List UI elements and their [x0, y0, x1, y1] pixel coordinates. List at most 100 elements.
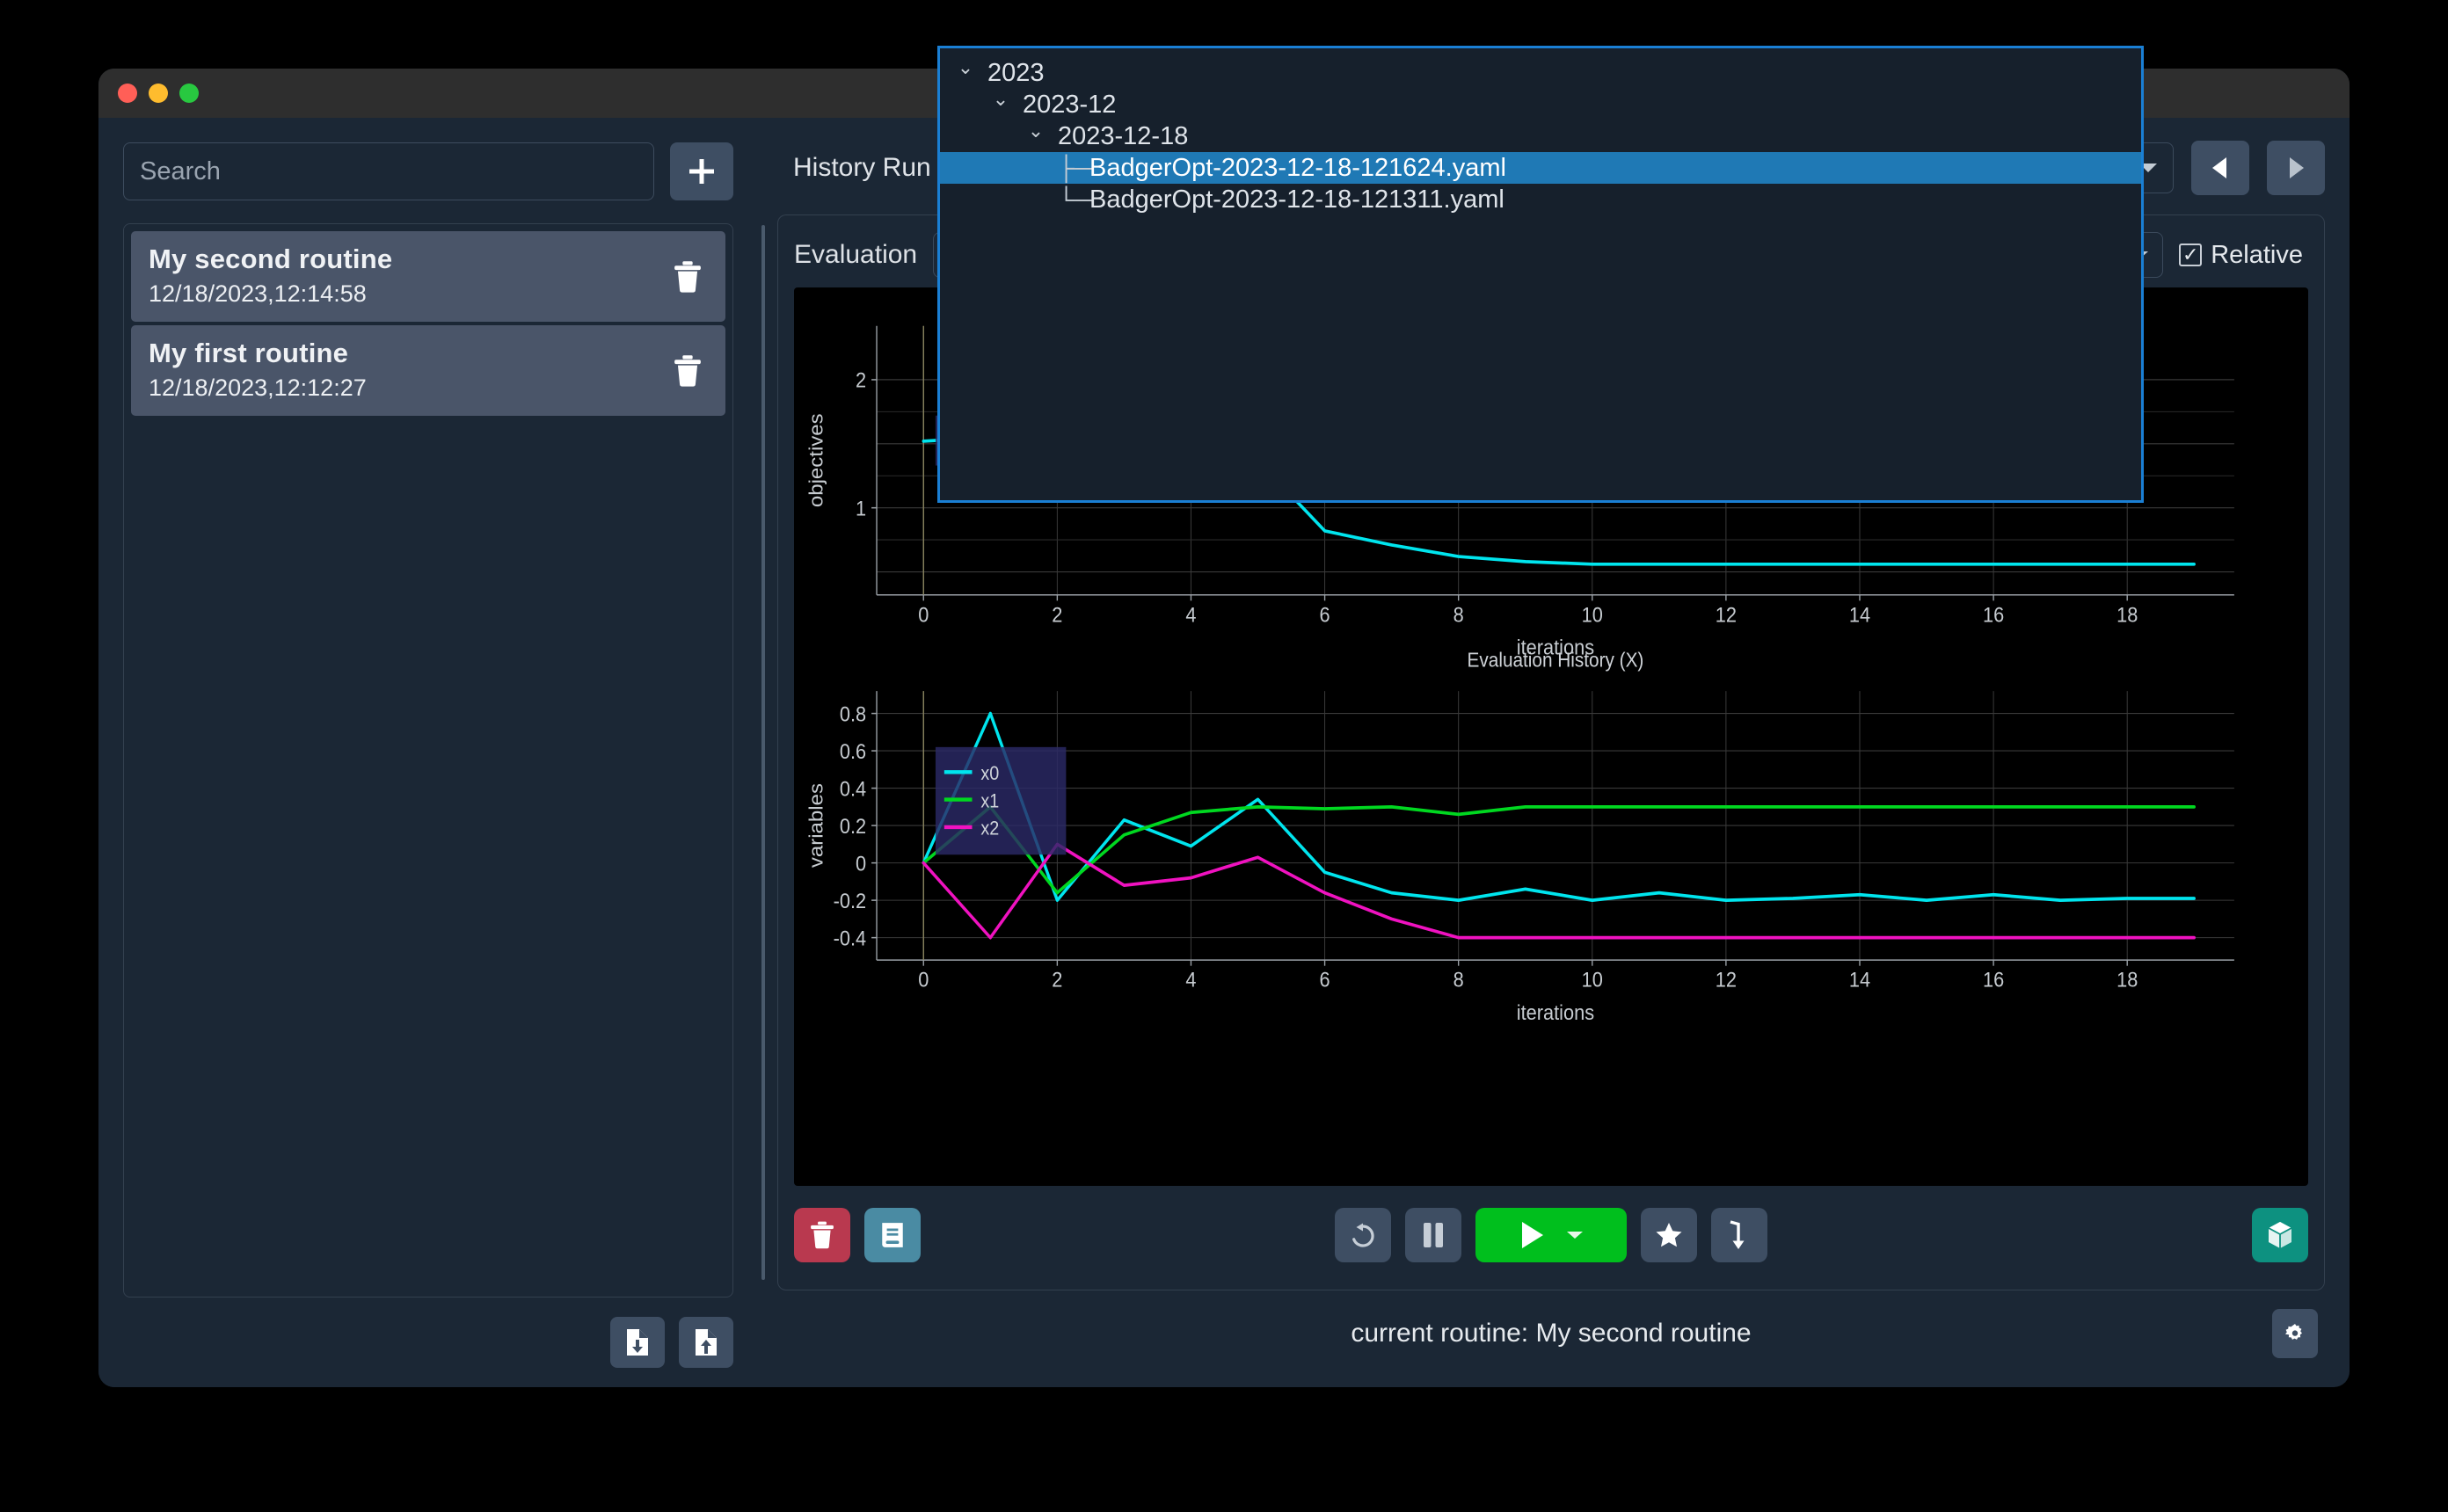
axis-text: 0.2 — [840, 814, 866, 838]
favorite-button[interactable] — [1641, 1208, 1697, 1262]
export-routine-button[interactable] — [679, 1317, 733, 1368]
axis-text: 2 — [856, 368, 866, 392]
screen: My second routine 12/18/2023,12:14:58 My… — [0, 0, 2448, 1512]
axis-text: 12 — [1716, 968, 1737, 992]
routine-timestamp: 12/18/2023,12:12:27 — [149, 374, 367, 401]
tree-item-label: 2023 — [987, 58, 1045, 87]
history-run-dropdown[interactable]: ⌄ 2023 ⌄ 2023-12 ⌄ 2023-12-18 ├─ BadgerOpt-2023… — [937, 46, 2144, 503]
axis-text: -0.2 — [834, 889, 866, 912]
arrow-left-icon — [2212, 157, 2226, 178]
maximize-window-button[interactable] — [179, 84, 199, 103]
chevron-down-icon[interactable]: ⌄ — [987, 88, 1014, 111]
series-x2 — [922, 842, 2196, 940]
search-input[interactable] — [123, 142, 654, 200]
axis-text: 16 — [1983, 602, 2004, 626]
axis-text: 8 — [1454, 602, 1464, 626]
axis-text: 18 — [2116, 602, 2138, 626]
search-row — [123, 142, 733, 200]
delete-run-button[interactable] — [794, 1208, 850, 1262]
axis-text: 4 — [1185, 968, 1196, 992]
axis-text: 4 — [1185, 602, 1196, 626]
play-icon — [1522, 1222, 1543, 1248]
relative-label: Relative — [2211, 240, 2303, 269]
plus-icon — [689, 159, 714, 184]
axis-text: 2 — [1052, 602, 1062, 626]
axis-text: 0 — [856, 851, 866, 875]
axis-text: 1 — [856, 496, 866, 520]
pause-icon — [1424, 1223, 1443, 1247]
axis-text: 2 — [1052, 968, 1062, 992]
axis-text: x2 — [980, 818, 999, 840]
run-options-caret-icon[interactable] — [1566, 1230, 1584, 1240]
undo-icon — [1352, 1223, 1374, 1247]
axis-text: 6 — [1320, 968, 1330, 992]
list-item[interactable]: My second routine 12/18/2023,12:14:58 — [131, 231, 725, 322]
run-toolbar — [794, 1195, 2308, 1276]
routine-name: My second routine — [149, 244, 393, 274]
panel-divider[interactable] — [758, 118, 769, 1387]
settings-button[interactable] — [2272, 1309, 2318, 1358]
run-button[interactable] — [1475, 1208, 1627, 1262]
chart-1: Evaluation History (X) 0 2 4 6 8 10 12 14 16 18 -0.… — [805, 649, 2234, 1024]
status-bar: current routine: My second routine — [777, 1296, 2325, 1371]
jump-to-optimal-button[interactable] — [1711, 1208, 1767, 1262]
minimize-window-button[interactable] — [149, 84, 168, 103]
trash-icon — [811, 1221, 834, 1249]
next-run-button[interactable] — [2267, 141, 2325, 195]
tree-group-2023-12[interactable]: ⌄ 2023-12 — [940, 88, 2141, 120]
axis-text: iterations — [1517, 1000, 1594, 1024]
add-routine-button[interactable] — [670, 142, 733, 200]
axis-text: 12 — [1716, 602, 1737, 626]
run-controls — [1335, 1208, 1767, 1262]
checkbox-box[interactable]: ✓ — [2179, 244, 2203, 266]
relative-checkbox[interactable]: ✓ Relative — [2179, 241, 2308, 270]
tree-branch-glyph: └─ — [1058, 185, 1092, 213]
extension-controls — [2252, 1208, 2308, 1262]
axis-text: 8 — [1454, 968, 1464, 992]
divider-grip[interactable] — [761, 225, 765, 1280]
axis-text: 0.8 — [840, 701, 866, 725]
axis-text: 6 — [1320, 602, 1330, 626]
run-tree: ⌄ 2023 ⌄ 2023-12 ⌄ 2023-12-18 ├─ BadgerOpt-2023… — [940, 56, 2141, 215]
previous-run-button[interactable] — [2191, 141, 2249, 195]
arrow-right-icon — [2290, 157, 2304, 178]
tree-item-run[interactable]: └─ BadgerOpt-2023-12-18-121311.yaml — [940, 184, 2141, 215]
axis-text: 18 — [2116, 968, 2138, 992]
file-upload-icon — [696, 1329, 717, 1356]
tree-item-label: BadgerOpt-2023-12-18-121311.yaml — [1089, 185, 1504, 214]
chevron-down-icon[interactable]: ⌄ — [1023, 120, 1049, 142]
axis-text: variables — [805, 783, 827, 868]
axis-text: objectives — [805, 413, 827, 507]
tree-group-2023[interactable]: ⌄ 2023 — [940, 56, 2141, 89]
extension-button[interactable] — [2252, 1208, 2308, 1262]
tree-item-label: BadgerOpt-2023-12-18-121624.yaml — [1089, 153, 1506, 182]
sidebar-footer — [123, 1317, 733, 1368]
axis-text: 14 — [1849, 602, 1870, 626]
history-run-label: History Run — [793, 153, 931, 182]
star-icon — [1656, 1223, 1682, 1247]
file-download-icon — [627, 1329, 648, 1356]
delete-routine-icon[interactable] — [673, 354, 703, 388]
routine-name: My first routine — [149, 338, 349, 368]
routine-timestamp: 12/18/2023,12:14:58 — [149, 280, 367, 307]
axis-text: 0.4 — [840, 776, 866, 800]
logbook-button[interactable] — [864, 1208, 921, 1262]
axis-text: 0 — [918, 968, 929, 992]
import-routine-button[interactable] — [610, 1317, 665, 1368]
pause-button[interactable] — [1405, 1208, 1461, 1262]
axis-text: 14 — [1849, 968, 1870, 992]
tree-group-2023-12-18[interactable]: ⌄ 2023-12-18 — [940, 120, 2141, 152]
routine-list: My second routine 12/18/2023,12:14:58 My… — [123, 223, 733, 1298]
chevron-down-icon[interactable]: ⌄ — [952, 56, 979, 79]
close-window-button[interactable] — [118, 84, 137, 103]
delete-routine-icon[interactable] — [673, 260, 703, 294]
list-item[interactable]: My first routine 12/18/2023,12:12:27 — [131, 325, 725, 416]
axis-text: 0 — [918, 602, 929, 626]
current-routine-status: current routine: My second routine — [1351, 1319, 1752, 1348]
reset-button[interactable] — [1335, 1208, 1391, 1262]
axis-text: 16 — [1983, 968, 2004, 992]
tree-branch-glyph: ├─ — [1058, 154, 1092, 181]
tree-item-label: 2023-12-18 — [1058, 121, 1189, 150]
tree-item-run[interactable]: ├─ BadgerOpt-2023-12-18-121624.yaml — [940, 152, 2141, 184]
gear-icon — [2285, 1324, 2302, 1340]
